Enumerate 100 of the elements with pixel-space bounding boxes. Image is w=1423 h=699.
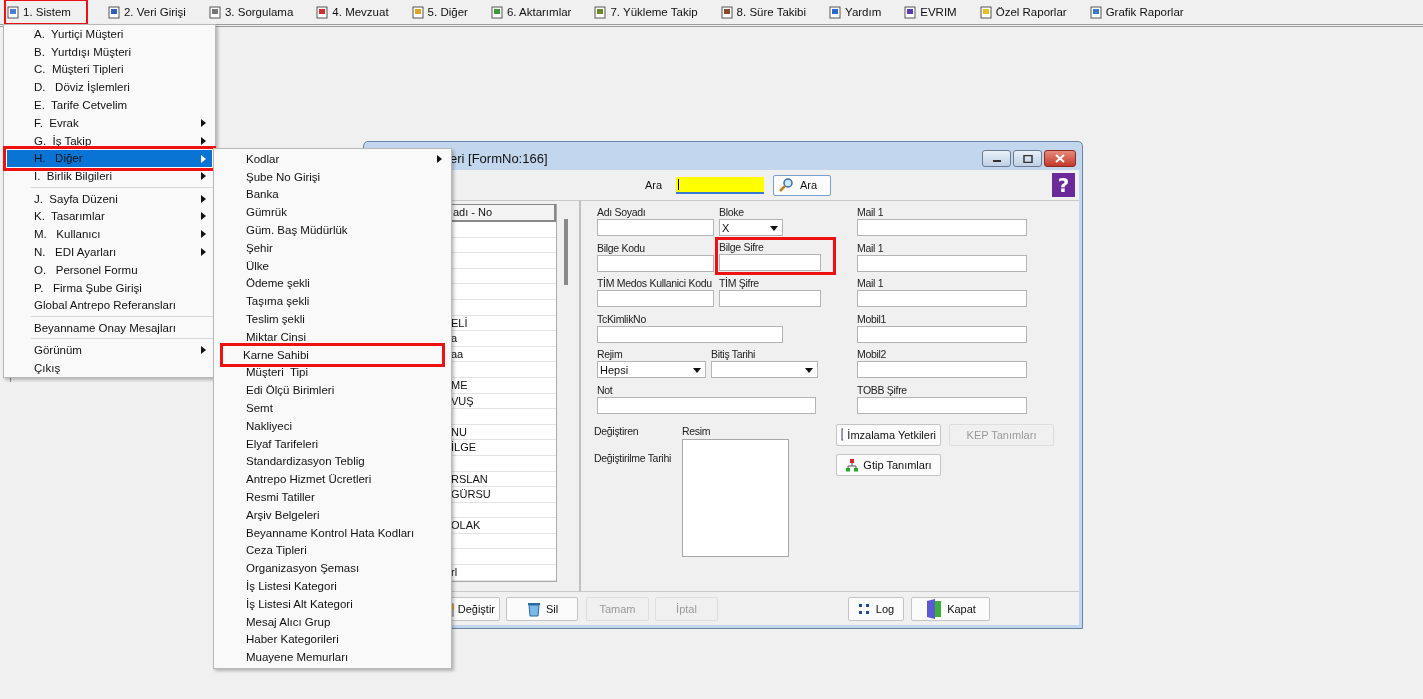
menu-bar-item[interactable]: 7. Yükleme Takip — [594, 2, 698, 22]
menu-item[interactable]: Standardizasyon Teblig — [217, 452, 448, 471]
field-label: Bitiş Tarihi — [711, 347, 757, 361]
list-cell[interactable]: GÜRSU — [451, 488, 491, 501]
menu-item[interactable]: Müşteri Tipi — [217, 363, 448, 382]
text-field[interactable] — [719, 253, 821, 271]
menu-item[interactable]: Resmi Tatiller — [217, 488, 448, 506]
close-button[interactable] — [1044, 150, 1076, 167]
text-field[interactable] — [857, 219, 1027, 236]
menu-bar-item[interactable]: 2. Veri Girişi — [107, 2, 186, 22]
dropdown-field[interactable]: Hepsi — [597, 361, 706, 378]
menu-item[interactable]: D. Döviz İşlemleri — [7, 78, 212, 97]
list-cell[interactable]: İLGE — [451, 441, 477, 454]
text-field[interactable] — [857, 396, 1027, 414]
minimize-button[interactable] — [982, 150, 1011, 167]
field-label: Mobil2 — [857, 347, 888, 361]
menu-bar-item[interactable]: 4. Mevzuat — [316, 2, 389, 22]
menu-item[interactable]: Ceza Tipleri — [217, 541, 448, 560]
menu-item[interactable]: I. Birlik Bilgileri — [7, 167, 212, 186]
text-field[interactable] — [597, 396, 816, 414]
menu-item[interactable]: Miktar Cinsi — [217, 327, 448, 346]
menu-item[interactable]: Haber Kategorileri — [217, 630, 448, 649]
menu-item[interactable]: Arşiv Belgeleri — [217, 505, 448, 524]
menu-item[interactable]: Beyanname Kontrol Hata Kodları — [217, 523, 448, 542]
search-field[interactable] — [676, 176, 764, 194]
trash-icon — [525, 600, 542, 617]
menu-item[interactable]: Taşıma şekli — [217, 292, 448, 311]
search-button[interactable]: Ara — [773, 174, 831, 196]
list-cell[interactable]: RSLAN — [451, 472, 488, 485]
field-label: Mail 1 — [857, 240, 885, 255]
dropdown-field[interactable]: X — [719, 219, 783, 236]
help-icon[interactable]: ? — [1052, 173, 1075, 197]
action-button[interactable]: Gtip Tanımları — [836, 454, 941, 476]
menu-item[interactable]: Kodlar — [217, 150, 448, 168]
menu-item[interactable]: Görünüm — [7, 341, 212, 359]
action-button[interactable]: Kapat — [911, 596, 990, 621]
search-icon — [778, 177, 794, 193]
menu-item[interactable]: Ödeme şekli — [217, 274, 448, 293]
menu-bar-item[interactable]: 1. Sistem — [7, 2, 85, 22]
menu-bar-item[interactable]: Özel Raporlar — [979, 2, 1067, 22]
menu-bar-item[interactable]: 3. Sorgulama — [208, 2, 294, 22]
menu-item[interactable]: F. Evrak — [7, 114, 212, 132]
text-field[interactable] — [597, 325, 783, 343]
menu-bar-item[interactable]: 8. Süre Takibi — [720, 2, 807, 22]
menu-bar-item[interactable]: Grafik Raporlar — [1089, 2, 1184, 22]
menu-item[interactable]: Antrepo Hizmet Ücretleri — [217, 470, 448, 489]
menu-item[interactable]: C. Müşteri Tipleri — [7, 60, 212, 79]
menu-item[interactable]: O. Personel Formu — [7, 260, 212, 279]
list-cell[interactable]: ELİ — [451, 316, 468, 329]
menu-item[interactable]: Şube No Girişi — [217, 167, 448, 186]
menu-item[interactable]: Ülke — [217, 256, 448, 275]
text-field[interactable] — [857, 254, 1027, 272]
menu-bar-item[interactable]: EVRIM — [904, 2, 957, 22]
menu-item[interactable]: Beyanname Onay Mesajları — [7, 318, 212, 337]
menu-item[interactable]: N. EDI Ayarları — [7, 243, 212, 261]
menu-item[interactable]: Çıkış — [7, 358, 212, 377]
action-button[interactable]: Sil — [506, 596, 578, 621]
menu-item[interactable]: Güm. Baş Müdürlük — [217, 221, 448, 239]
field-label: Rejim — [597, 347, 624, 361]
list-cell[interactable]: a — [451, 332, 458, 345]
text-field[interactable] — [857, 361, 1027, 378]
text-field[interactable] — [597, 254, 714, 272]
menu-item[interactable]: M. Kullanıcı — [7, 225, 212, 244]
dropdown-field[interactable] — [711, 361, 818, 378]
menu-bar-item[interactable]: Yardım — [829, 2, 882, 22]
menu-item[interactable]: Nakliyeci — [217, 416, 448, 435]
menu-item[interactable]: Elyaf Tarifeleri — [217, 434, 448, 453]
menu-item[interactable]: B. Yurtdışı Müşteri — [7, 42, 212, 61]
action-button[interactable]: İmzalama Yetkileri — [836, 424, 941, 446]
text-field[interactable] — [597, 219, 714, 236]
text-field[interactable] — [719, 290, 821, 307]
menu-item[interactable]: Teslim şekli — [217, 310, 448, 328]
menu-item[interactable]: K. Tasarımlar — [7, 207, 212, 226]
menu-item[interactable]: Muayene Memurları — [217, 648, 448, 667]
list-cell[interactable]: VUŞ — [451, 394, 474, 407]
text-field[interactable] — [597, 290, 714, 307]
menu-item[interactable]: Edi Ölçü Birimleri — [217, 381, 448, 400]
menu-bar-item[interactable]: 5. Diğer — [411, 2, 468, 22]
list-cell[interactable]: ME — [451, 378, 468, 391]
menu-bar-item[interactable]: 6. Aktarımlar — [490, 2, 572, 22]
maximize-button[interactable] — [1013, 150, 1042, 167]
list-cell[interactable]: NU — [451, 425, 467, 438]
menu-item[interactable]: Banka — [217, 185, 448, 204]
scrollbar-thumb[interactable] — [564, 219, 568, 285]
text-field[interactable] — [857, 325, 1027, 343]
menu-item[interactable]: İş Listesi Kategori — [217, 577, 448, 595]
list-cell[interactable]: rl — [451, 566, 458, 579]
menu-item[interactable]: Semt — [217, 399, 448, 417]
menu-item[interactable]: Organizasyon Şeması — [217, 559, 448, 578]
text-field[interactable] — [857, 290, 1027, 307]
menu-item[interactable]: Karne Sahibi — [223, 345, 442, 364]
list-cell[interactable]: aa — [451, 347, 464, 360]
menu-item[interactable]: E. Tarife Cetvelim — [7, 96, 212, 114]
menu-item[interactable]: A. Yurtiçi Müşteri — [7, 25, 212, 43]
menu-item[interactable]: Şehir — [217, 239, 448, 257]
menu-item[interactable]: P. Firma Şube Girişi — [7, 278, 212, 297]
menu-item[interactable]: J. Sayfa Düzeni — [7, 189, 212, 208]
menu-item[interactable]: Global Antrepo Referansları — [7, 296, 212, 315]
action-button[interactable]: Log — [848, 596, 904, 621]
list-cell[interactable]: OLAK — [451, 519, 481, 532]
